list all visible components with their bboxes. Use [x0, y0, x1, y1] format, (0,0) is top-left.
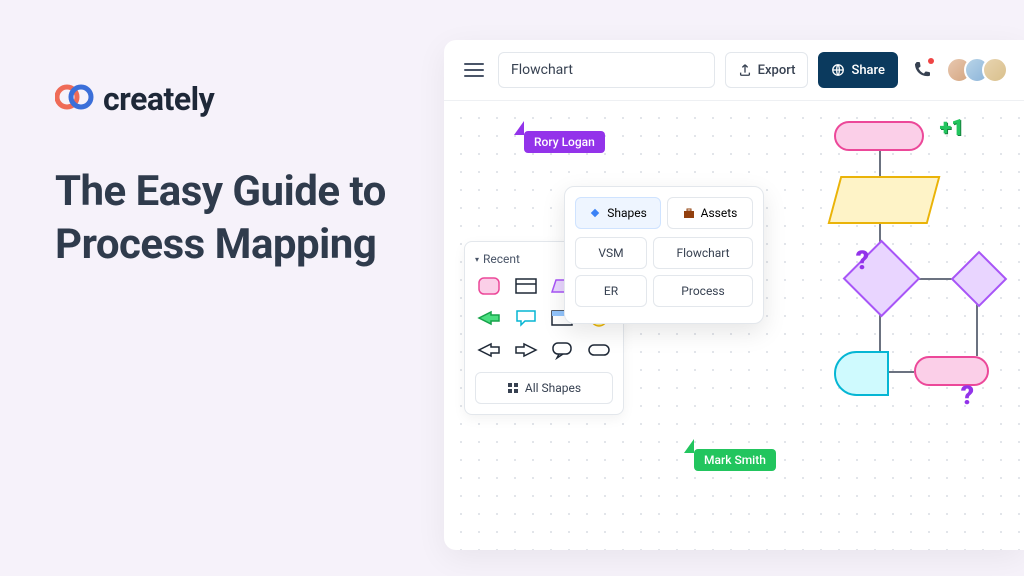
shape-card-icon[interactable] [512, 274, 540, 298]
tab-shapes[interactable]: Shapes [575, 197, 661, 229]
document-title-input[interactable] [498, 52, 715, 88]
export-button[interactable]: Export [725, 52, 809, 88]
question-mark-icon: ? [856, 246, 869, 276]
flowchart-terminator[interactable] [914, 356, 989, 386]
collaborator-cursor: Mark Smith [694, 449, 776, 471]
shape-pill-icon[interactable] [585, 338, 613, 362]
shape-arrow-left-icon[interactable] [475, 306, 503, 330]
grid-icon [507, 382, 519, 394]
share-button[interactable]: Share [818, 52, 898, 88]
page-headline: The Easy Guide to Process Mapping [55, 166, 415, 271]
chip-er[interactable]: ER [575, 275, 647, 307]
chip-flowchart[interactable]: Flowchart [653, 237, 753, 269]
question-mark-icon: ? [961, 381, 974, 411]
export-label: Export [758, 63, 796, 78]
connector[interactable] [886, 371, 914, 373]
all-shapes-button[interactable]: All Shapes [475, 372, 613, 404]
collaborator-cursor: Rory Logan [524, 131, 605, 153]
shape-rounded-rect-icon[interactable] [475, 274, 503, 298]
export-icon [738, 63, 752, 77]
chip-process[interactable]: Process [653, 275, 753, 307]
plus-one-badge: +1 [939, 116, 964, 141]
share-label: Share [851, 63, 885, 78]
flowchart-decision[interactable] [843, 240, 921, 318]
tab-shapes-label: Shapes [607, 206, 647, 220]
topbar: Export Share [444, 40, 1024, 101]
brand-name: creately [103, 80, 214, 118]
collaborator-avatars[interactable] [946, 57, 1008, 83]
shape-speech-icon[interactable] [512, 306, 540, 330]
menu-icon[interactable] [460, 56, 488, 84]
tab-assets[interactable]: Assets [667, 197, 753, 229]
call-icon[interactable] [912, 60, 932, 80]
logo-mark-icon [55, 83, 95, 115]
app-window: Export Share Rory Logan Mark Smith Recen… [444, 40, 1024, 550]
shape-arrow-left-outline-icon[interactable] [475, 338, 503, 362]
tab-assets-label: Assets [701, 206, 738, 220]
briefcase-icon [683, 207, 695, 219]
flowchart-data[interactable] [828, 176, 941, 224]
all-shapes-label: All Shapes [525, 381, 581, 395]
brand-logo: creately [55, 80, 415, 118]
flowchart-decision[interactable] [951, 251, 1008, 308]
avatar[interactable] [982, 57, 1008, 83]
connector[interactable] [879, 151, 881, 179]
flowchart-display[interactable] [834, 351, 889, 396]
canvas[interactable]: Rory Logan Mark Smith Recent All Shape [444, 101, 1024, 550]
shape-chat-icon[interactable] [548, 338, 576, 362]
shape-arrow-right-outline-icon[interactable] [512, 338, 540, 362]
flowchart-terminator[interactable] [834, 121, 924, 151]
globe-icon [831, 63, 845, 77]
diamond-icon [589, 207, 601, 219]
shape-picker-popup: Shapes Assets VSM Flowchart ER Process [564, 186, 764, 324]
chip-vsm[interactable]: VSM [575, 237, 647, 269]
